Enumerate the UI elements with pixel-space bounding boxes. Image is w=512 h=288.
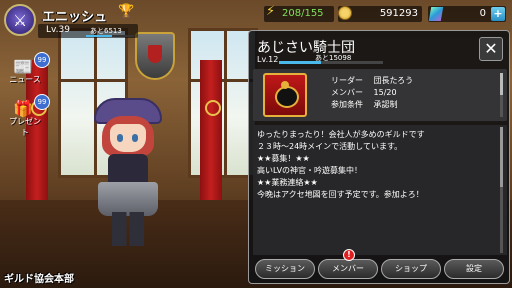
description-line: 高いLVの神官・吟遊募集中！ — [257, 166, 363, 175]
crystal-icon — [428, 7, 444, 21]
description-line: ２３時〜24時メインで活動しています。 — [257, 142, 403, 151]
character-face — [110, 124, 146, 152]
description-line: 今晩はアクセ地図を回す予定です。参加よろ！ — [257, 190, 424, 199]
description-line: ★★業務連絡★★ — [257, 178, 318, 187]
stamina-value: 208/155 — [282, 8, 324, 19]
tab-mission[interactable]: ミッション — [255, 259, 315, 279]
player-level-bar: Lv.39 あと6513 — [38, 24, 138, 38]
info-value: 団長たろう — [373, 76, 414, 85]
alert-icon: ! — [343, 249, 355, 261]
news-button[interactable]: 📰 99 ニュース — [6, 52, 50, 86]
add-gems-button[interactable]: + — [491, 7, 505, 21]
present-button[interactable]: 🎁 99 プレゼント — [6, 94, 50, 137]
character-armor — [98, 182, 158, 216]
trophy-icon[interactable]: 🏆 — [118, 4, 134, 19]
player-exp-fill — [86, 35, 113, 37]
character-legs — [112, 212, 144, 246]
crossed-swords-icon: ⚔ — [4, 4, 36, 36]
lightning-icon: ⚡ — [266, 4, 276, 19]
character-eye — [117, 134, 123, 142]
guild-exp-track — [279, 61, 383, 64]
tab-shop[interactable]: ショップ — [381, 259, 441, 279]
red-banner — [200, 60, 222, 210]
info-key: リーダー — [331, 76, 363, 85]
info-key: 参加条件 — [331, 100, 363, 109]
description-line: ゆったりまったり！会社人が多めのギルドです — [257, 130, 425, 139]
guild-join-condition-row: 参加条件 承認制 — [331, 99, 398, 110]
present-label: プレゼント — [9, 117, 41, 137]
player-name: エニッシュ — [42, 10, 108, 25]
player-level: Lv.39 — [46, 25, 70, 35]
paper-icon: 📰 — [13, 56, 33, 76]
description-scroll-thumb[interactable] — [500, 127, 503, 187]
tab-members[interactable]: メンバー ! — [318, 249, 378, 279]
guild-level: Lv.12 — [257, 55, 279, 64]
character-eye — [132, 134, 138, 142]
guild-exp-fill — [279, 61, 321, 64]
guild-members-row: メンバー 15/20 — [331, 87, 397, 98]
guild-description: ゆったりまったり！会社人が多めのギルドです ２３時〜24時メインで活動しています… — [253, 125, 507, 255]
player-exp-track — [86, 35, 134, 37]
player-character[interactable] — [88, 98, 168, 246]
coin-icon — [338, 6, 352, 20]
coin-value: 591293 — [379, 8, 418, 19]
gem-value: 0 — [479, 8, 486, 19]
guild-tab-bar: ミッション メンバー ! ショップ 設定 — [253, 249, 507, 281]
info-value: 15/20 — [373, 88, 397, 97]
guild-info-panel: あじさい騎士団 Lv.12 あと15098 ✕ リーダー 団長たろう メンバー … — [248, 30, 510, 284]
stamina-counter: ⚡ 208/155 — [264, 4, 334, 22]
close-icon: ✕ — [484, 39, 498, 58]
guild-info-box: リーダー 団長たろう メンバー 15/20 参加条件 承認制 — [253, 69, 507, 121]
location-name: ギルド協会本部 — [4, 274, 74, 285]
gift-icon: 🎁 — [13, 98, 33, 118]
guild-leader-row: リーダー 団長たろう — [331, 75, 413, 86]
tab-settings[interactable]: 設定 — [444, 259, 504, 279]
info-scroll-thumb[interactable] — [500, 73, 503, 95]
info-value: 承認制 — [373, 100, 398, 109]
coin-counter: 591293 — [338, 6, 422, 22]
info-key: メンバー — [331, 88, 363, 97]
description-line: ★★募集！★★ — [257, 154, 310, 163]
wall-shield-crest — [135, 32, 175, 80]
news-label: ニュース — [9, 75, 41, 84]
description-scrollbar[interactable] — [500, 127, 503, 253]
gem-counter: 0 + — [428, 6, 506, 22]
info-scrollbar[interactable] — [500, 73, 503, 117]
close-button[interactable]: ✕ — [479, 37, 503, 61]
player-status[interactable]: ⚔ エニッシュ 🏆 Lv.39 あと6513 — [4, 4, 138, 38]
present-badge: 99 — [34, 94, 50, 110]
tab-members-label: メンバー — [332, 264, 364, 273]
news-badge: 99 — [34, 52, 50, 68]
guild-emblem-icon — [263, 73, 307, 117]
